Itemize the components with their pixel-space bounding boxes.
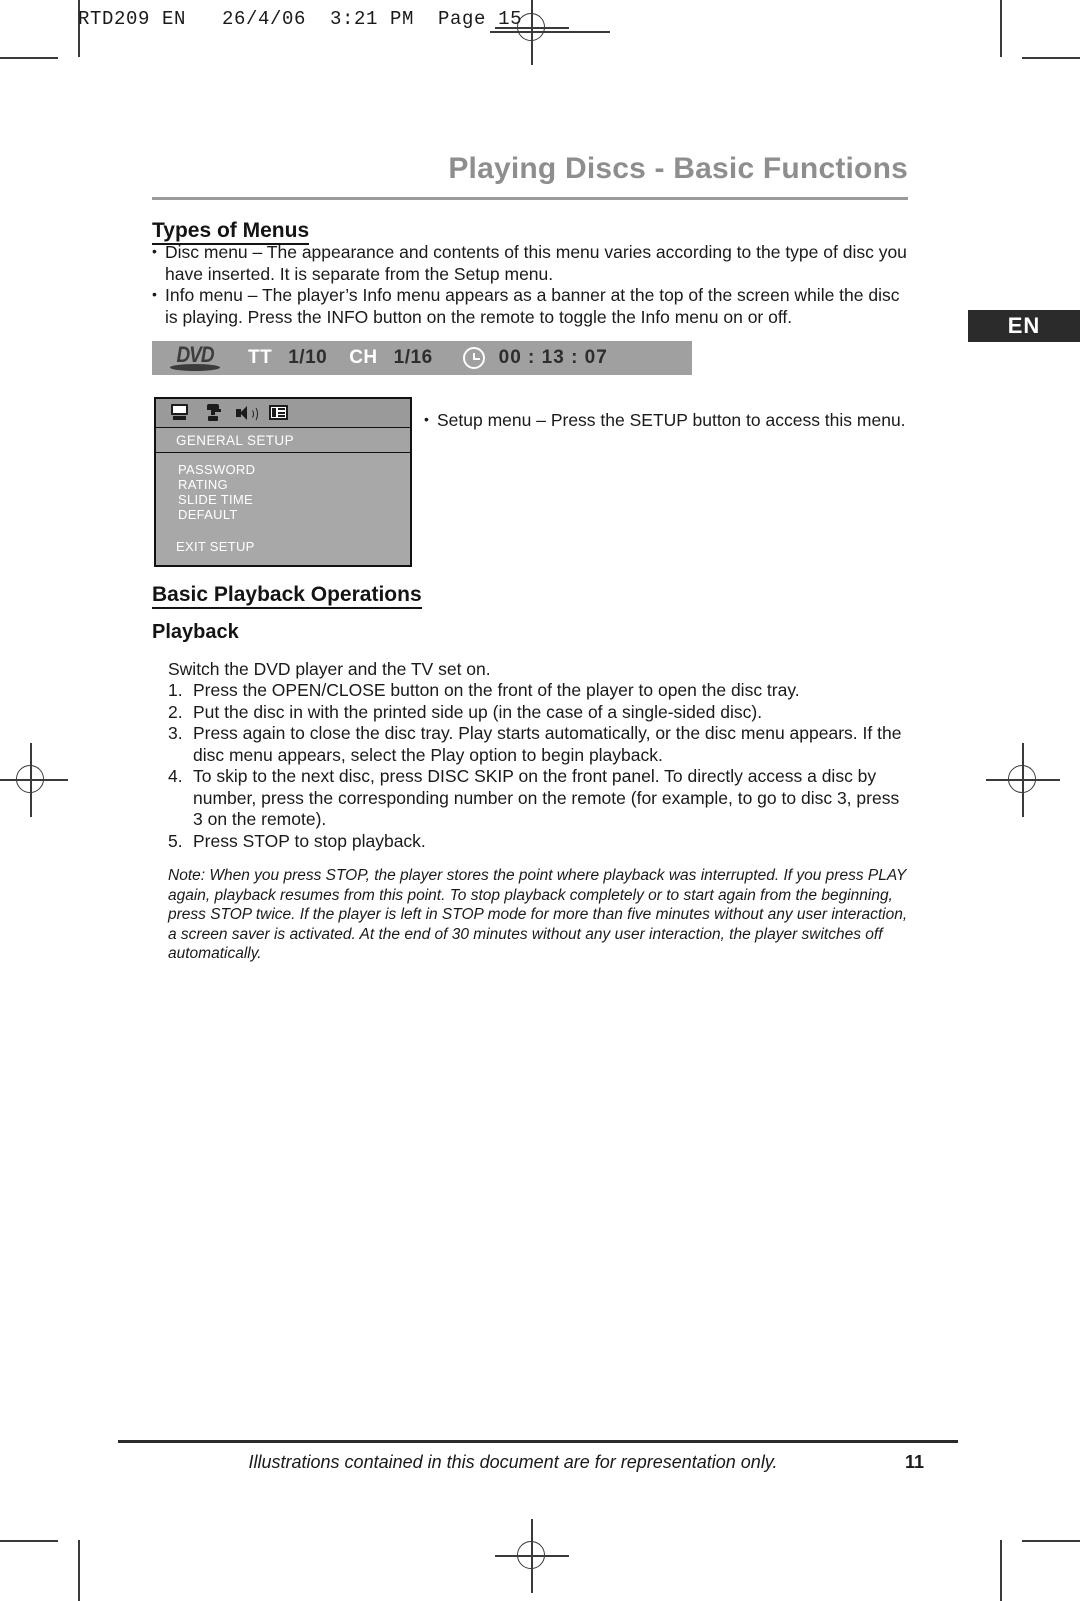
osd-title: GENERAL SETUP bbox=[156, 428, 410, 453]
preferences-icon bbox=[269, 404, 289, 422]
banner-chapter-value: 1/16 bbox=[393, 347, 433, 368]
osd-item-slide-time[interactable]: SLIDE TIME bbox=[178, 492, 410, 507]
list-item: Setup menu – Press the SETUP button to a… bbox=[424, 409, 908, 432]
heading-basic-playback-operations: Basic Playback Operations bbox=[152, 583, 422, 610]
step-index: 1. bbox=[168, 680, 183, 700]
manual-page: Playing Discs - Basic Functions EN Types… bbox=[0, 0, 1080, 1601]
banner-chapter-label: CH bbox=[349, 347, 378, 368]
page-title: Playing Discs - Basic Functions bbox=[448, 152, 908, 185]
dvd-logo-disc bbox=[170, 364, 220, 371]
list-item: Disc menu – The appearance and contents … bbox=[152, 241, 908, 285]
dvd-logo-icon: DVD bbox=[164, 343, 226, 371]
list-item: Info menu – The player’s Info menu appea… bbox=[152, 284, 908, 328]
osd-item-list: PASSWORD RATING SLIDE TIME DEFAULT bbox=[156, 453, 410, 522]
list-item: 2. Put the disc in with the printed side… bbox=[168, 702, 908, 724]
step-text: Press the OPEN/CLOSE button on the front… bbox=[193, 680, 800, 700]
osd-icon-bar bbox=[156, 399, 410, 428]
setup-menu-bullet: Setup menu – Press the SETUP button to a… bbox=[424, 409, 908, 432]
types-of-menus-bullets: Disc menu – The appearance and contents … bbox=[152, 241, 908, 328]
dvd-info-banner: DVD TT 1/10 CH 1/16 00 : 13 : 07 bbox=[152, 341, 692, 375]
banner-title-value: 1/10 bbox=[288, 347, 328, 368]
page-number: 11 bbox=[905, 1452, 925, 1472]
language-tab-en: EN bbox=[968, 310, 1080, 342]
osd-item-rating[interactable]: RATING bbox=[178, 477, 410, 492]
clock-icon bbox=[462, 347, 485, 369]
monitor-icon bbox=[170, 404, 190, 422]
step-text: To skip to the next disc, press DISC SKI… bbox=[193, 766, 900, 829]
list-item: 3. Press again to close the disc tray. P… bbox=[168, 723, 908, 766]
osd-item-password[interactable]: PASSWORD bbox=[178, 462, 410, 477]
osd-item-exit-setup[interactable]: EXIT SETUP bbox=[176, 539, 255, 554]
step-index: 2. bbox=[168, 701, 183, 722]
step-text: Press again to close the disc tray. Play… bbox=[193, 723, 902, 765]
osd-general-setup-screen: GENERAL SETUP PASSWORD RATING SLIDE TIME… bbox=[154, 397, 412, 567]
step-index: 4. bbox=[168, 766, 183, 786]
heading-playback: Playback bbox=[152, 621, 239, 643]
title-divider bbox=[152, 197, 908, 200]
banner-elapsed-time: 00 : 13 : 07 bbox=[498, 347, 608, 368]
list-item: 5. Press STOP to stop playback. bbox=[168, 831, 908, 853]
list-item: 1. Press the OPEN/CLOSE button on the fr… bbox=[168, 680, 908, 702]
step-text: Put the disc in with the printed side up… bbox=[193, 701, 763, 722]
playback-steps: 1. Press the OPEN/CLOSE button on the fr… bbox=[168, 680, 908, 852]
footer-divider bbox=[118, 1440, 958, 1443]
step-index: 3. bbox=[168, 723, 183, 743]
step-index: 5. bbox=[168, 830, 183, 851]
banner-title-label: TT bbox=[248, 347, 273, 368]
playback-intro: Switch the DVD player and the TV set on. bbox=[168, 659, 491, 679]
playback-note: Note: When you press STOP, the player st… bbox=[168, 867, 908, 962]
footer-disclaimer: Illustrations contained in this document… bbox=[248, 1452, 778, 1472]
step-text: Press STOP to stop playback. bbox=[193, 830, 426, 851]
language-tab-label: EN bbox=[1007, 313, 1041, 338]
tool-icon bbox=[203, 404, 223, 422]
list-item: 4. To skip to the next disc, press DISC … bbox=[168, 766, 908, 831]
speaker-icon bbox=[236, 404, 258, 422]
osd-item-default[interactable]: DEFAULT bbox=[178, 507, 410, 522]
